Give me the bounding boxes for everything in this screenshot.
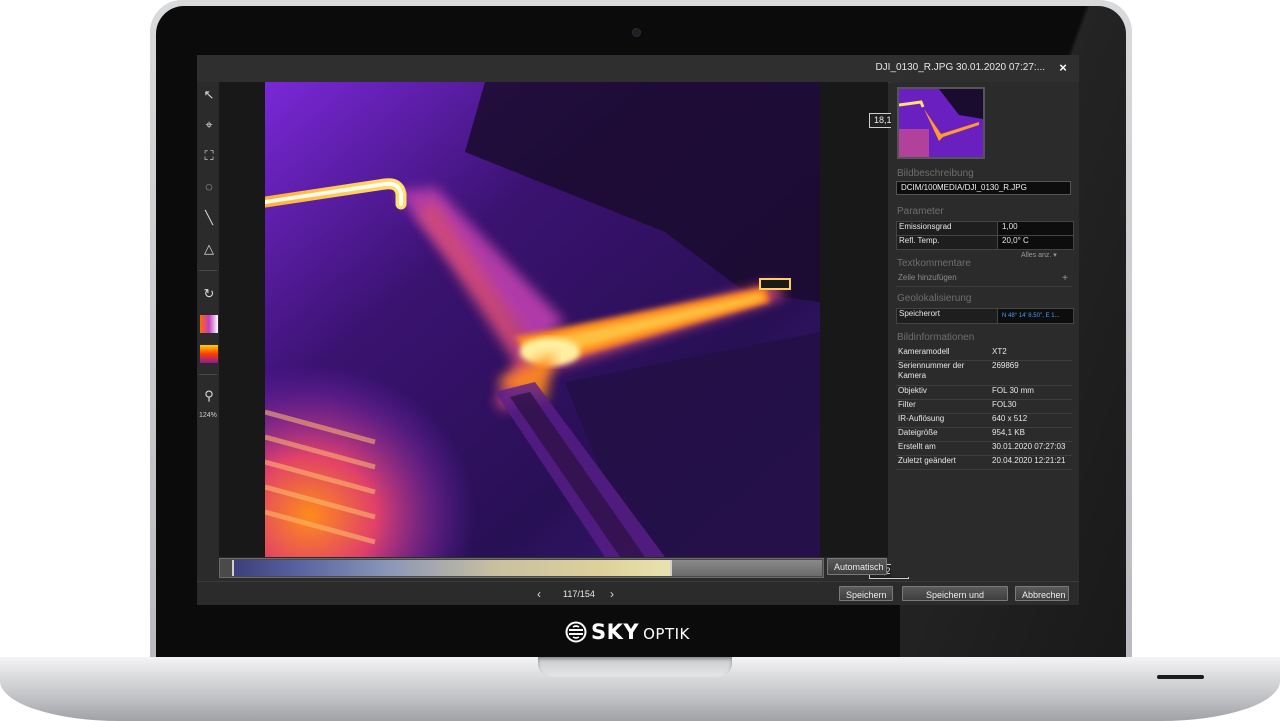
emissivity-label: Emissionsgrad <box>899 222 952 231</box>
comments-section-title: Textkommentare <box>897 258 971 269</box>
info-key: Seriennummer der Kamera <box>898 361 965 380</box>
image-counter: 117/154 <box>563 589 595 599</box>
info-row: Filter FOL30 <box>896 400 1072 414</box>
info-value: 20.04.2020 12:21:21 <box>992 456 1066 465</box>
zoom-icon[interactable]: ⚲ <box>200 387 218 405</box>
location-value[interactable]: N 48° 14' 8.50'', E 1... <box>997 309 1073 323</box>
cancel-button[interactable]: Abbrechen <box>1015 586 1069 601</box>
next-image-icon[interactable]: › <box>610 587 614 601</box>
rotate-icon[interactable]: ↻ <box>200 285 218 303</box>
color-scale-icon[interactable]: ▤ <box>200 345 218 363</box>
automatic-button[interactable]: Automatisch <box>827 558 887 575</box>
plus-icon[interactable]: + <box>1062 273 1068 284</box>
thumbnail-image[interactable] <box>897 87 985 159</box>
info-key: IR-Auflösung <box>898 414 945 423</box>
info-value: FOL 30 mm <box>992 386 1034 395</box>
polygon-measure-icon[interactable]: △ <box>200 240 218 258</box>
info-row: Seriennummer der Kamera 269869 <box>896 361 1072 386</box>
image-viewer[interactable]: 18,1° C -0,2° C <box>219 82 909 579</box>
thermal-image[interactable] <box>265 82 820 557</box>
spot-measure-icon[interactable]: ⌖ <box>200 116 218 134</box>
brand-sky: SKY <box>591 620 640 644</box>
geolocation-section-title: Geolokalisierung <box>897 293 972 304</box>
location-row: Speicherort N 48° 14' 8.50'', E 1... <box>896 308 1074 324</box>
toolbar-divider <box>199 270 217 271</box>
ellipse-measure-icon[interactable]: ◌ <box>200 178 218 196</box>
pointer-icon[interactable]: ↖ <box>200 86 218 104</box>
info-row: Dateigröße 954,1 KB <box>896 428 1072 442</box>
info-section-title: Bildinformationen <box>897 332 975 343</box>
close-icon[interactable]: × <box>1055 59 1071 77</box>
info-value: FOL30 <box>992 400 1017 409</box>
measurement-toolbar: ↖ ⌖ ⛶ ◌ ╲ △ ↻ ▦ ▤ ⚲ 124% <box>197 82 219 577</box>
info-key: Kameramodell <box>898 347 950 356</box>
info-value: 640 x 512 <box>992 414 1028 423</box>
info-key: Objektiv <box>898 386 927 395</box>
properties-panel: Bildbeschreibung DCIM/100MEDIA/DJI_0130_… <box>891 82 1079 577</box>
info-key: Zuletzt geändert <box>898 456 956 465</box>
laptop-led <box>1157 675 1204 679</box>
info-row: Zuletzt geändert 20.04.2020 12:21:21 <box>896 456 1072 470</box>
info-value: 30.01.2020 07:27:03 <box>992 442 1066 451</box>
add-row-item[interactable]: Zeile hinzufügen + <box>896 273 1072 287</box>
info-key: Dateigröße <box>898 428 938 437</box>
info-key: Filter <box>898 400 916 409</box>
add-row-label: Zeile hinzufügen <box>898 273 957 282</box>
description-section-title: Bildbeschreibung <box>897 168 974 179</box>
webcam <box>632 28 641 37</box>
show-all-dropdown[interactable]: Alles anz. ▾ <box>1021 251 1057 259</box>
previous-image-icon[interactable]: ‹ <box>537 587 541 601</box>
info-row: Erstellt am 30.01.2020 07:27:03 <box>896 442 1072 456</box>
save-and-close-button[interactable]: Speichern und schließen <box>902 586 1008 601</box>
title-bar: DJI_0130_R.JPG 30.01.2020 07:27:... × <box>197 55 1079 83</box>
image-editor-window: DJI_0130_R.JPG 30.01.2020 07:27:... × ↖ … <box>197 55 1079 605</box>
parameter-section-title: Parameter <box>897 206 944 217</box>
histogram-track <box>672 560 822 576</box>
histogram-slider[interactable] <box>219 558 824 578</box>
info-key: Erstellt am <box>898 442 936 451</box>
refl-temp-input[interactable]: 20,0° C <box>997 236 1073 249</box>
skyoptik-logo-icon <box>565 621 587 643</box>
info-value: 269869 <box>992 361 1019 370</box>
info-row: Objektiv FOL 30 mm <box>896 386 1072 400</box>
histogram-range-handle[interactable] <box>232 560 672 576</box>
info-row: IR-Auflösung 640 x 512 <box>896 414 1072 428</box>
emissivity-input[interactable]: 1,00 <box>997 222 1073 235</box>
laptop-notch <box>538 657 732 677</box>
info-value: 954,1 KB <box>992 428 1025 437</box>
zoom-level: 124% <box>199 412 217 419</box>
info-value: XT2 <box>992 347 1007 356</box>
palette-icon[interactable]: ▦ <box>200 315 218 333</box>
toolbar-divider <box>199 374 217 375</box>
info-row: Kameramodell XT2 <box>896 347 1072 361</box>
line-measure-icon[interactable]: ╲ <box>200 209 218 227</box>
window-title: DJI_0130_R.JPG 30.01.2020 07:27:... <box>875 62 1045 73</box>
brand-optik: OPTIK <box>643 624 690 643</box>
save-button[interactable]: Speichern <box>839 586 893 601</box>
description-field[interactable]: DCIM/100MEDIA/DJI_0130_R.JPG <box>896 181 1071 195</box>
refl-temp-row: Refl. Temp. 20,0° C <box>896 235 1074 250</box>
brand-logo: SKY OPTIK <box>565 618 690 646</box>
refl-temp-label: Refl. Temp. <box>899 236 940 245</box>
emissivity-row: Emissionsgrad 1,00 <box>896 221 1074 236</box>
footer-bar: ‹ 117/154 › Speichern Speichern und schl… <box>197 581 1079 605</box>
rectangle-measure-icon[interactable]: ⛶ <box>200 147 218 165</box>
location-label: Speicherort <box>899 309 940 318</box>
